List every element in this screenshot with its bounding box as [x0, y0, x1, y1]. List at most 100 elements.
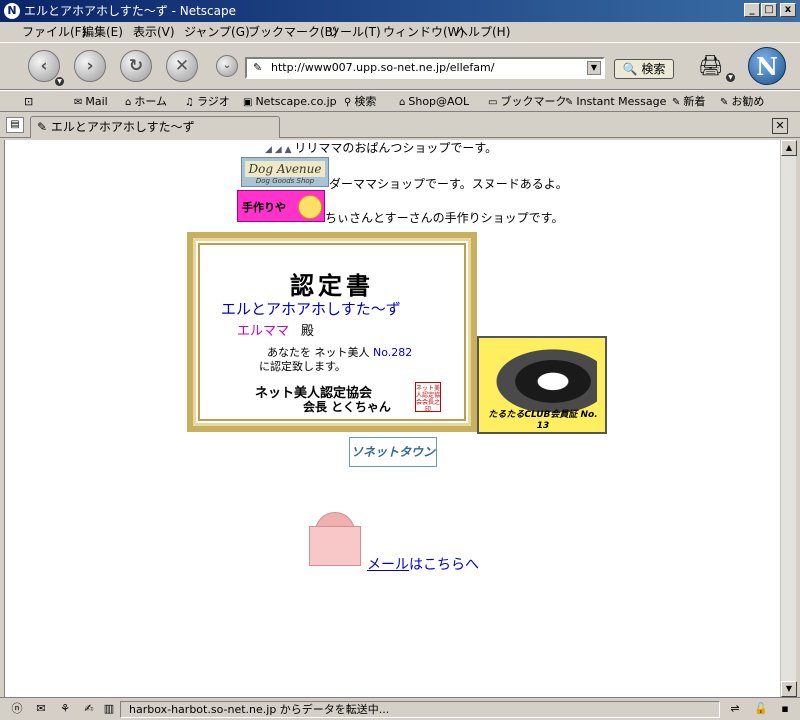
stop-button[interactable]: ✕ — [166, 50, 198, 82]
handmade-banner[interactable]: 手作りや — [237, 190, 325, 222]
mail-envelope-icon[interactable] — [309, 512, 361, 566]
window-title: エルとアホアホしすた〜ず - Netscape — [24, 4, 236, 18]
radio-icon: ♫ — [185, 97, 194, 108]
chevron-down-icon: ⌄ — [222, 60, 232, 71]
search-icon: 🔍 — [622, 62, 638, 76]
minimize-button[interactable]: _ — [744, 3, 760, 17]
menu-help[interactable]: ヘルプ(H) — [456, 24, 510, 40]
composer-icon[interactable]: ✍ — [80, 702, 98, 716]
netscape-app-icon: N — [4, 3, 20, 19]
reload-icon: ↻ — [128, 56, 144, 76]
page-icon: ✎ — [37, 120, 51, 134]
vertical-scrollbar[interactable]: ▲ ▼ — [780, 140, 797, 697]
mail-link[interactable]: メールはこちらへ — [367, 554, 479, 574]
sidebar-toggle-icon[interactable]: ⊡ — [24, 94, 33, 110]
certificate-name: エルママ — [237, 324, 290, 339]
close-tab-button[interactable]: ✕ — [772, 118, 788, 134]
address-book-icon[interactable]: ▥ — [100, 702, 118, 716]
home-icon: ⌂ — [125, 97, 132, 108]
url-bar[interactable]: ✎ http://www007.upp.so-net.ne.jp/ellefam… — [245, 57, 605, 79]
pt-shop[interactable]: ⌂ Shop@AOL — [399, 94, 469, 111]
shop-icon: ⌂ — [399, 97, 406, 108]
mail-icon[interactable]: ✉ — [32, 702, 50, 716]
menu-tools[interactable]: ツール(T) — [328, 24, 381, 40]
forward-arrow-icon: › — [86, 56, 94, 76]
certificate-site: エルとアホアホしすた〜ず — [221, 300, 401, 318]
dog-photo — [487, 344, 597, 412]
back-arrow-icon: ‹ — [40, 56, 48, 76]
certificate-seal: ネット美人認定協会会長之印 — [415, 382, 441, 413]
lock-icon: ▪ — [781, 702, 789, 715]
taru-club-badge[interactable]: たるたるCLUB会員証 No. 13 — [477, 336, 607, 434]
pt-new[interactable]: ✎ 新着 — [672, 94, 705, 111]
mail-icon: ✉ — [74, 97, 83, 108]
menu-edit[interactable]: 編集(E) — [82, 24, 123, 40]
back-dropdown-icon[interactable]: ▼ — [55, 77, 64, 86]
search-icon: ⚲ — [344, 97, 352, 108]
sonet-town-banner[interactable]: ソネットタウン — [349, 437, 437, 467]
back-button[interactable]: ‹ — [28, 50, 60, 82]
shop3-text: ちぃさんとすーさんの手作りショップです。 — [325, 211, 564, 225]
menu-go[interactable]: ジャンプ(G) — [184, 24, 250, 40]
url-input[interactable]: http://www007.upp.so-net.ne.jp/ellefam/ — [271, 61, 494, 75]
pt-instant-message[interactable]: ✎ Instant Message — [565, 94, 666, 111]
pt-search[interactable]: ⚲ 検索 — [344, 94, 376, 111]
scroll-down-button[interactable]: ▼ — [781, 681, 797, 697]
print-dropdown-icon[interactable]: ▼ — [726, 73, 735, 82]
menu-bookmarks[interactable]: ブックマーク(B) — [248, 24, 338, 40]
online-icon[interactable]: ⇌ — [726, 702, 744, 716]
navigator-icon[interactable]: ⓝ — [8, 702, 26, 716]
search-button[interactable]: 🔍 検索 — [614, 59, 674, 79]
page-content: ◢ ◢ ▲ リリママのおぱんつショップでーす。 Dog Avenue Dog G… — [4, 140, 780, 697]
stop-icon: ✕ — [174, 56, 190, 76]
mail-link-text[interactable]: メール — [367, 557, 409, 573]
tab-current[interactable]: ✎ エルとアホアホしすた〜ず — [30, 116, 280, 138]
shop1-text: リリママのおぱんつショップでーす。 — [294, 141, 498, 155]
pt-radio[interactable]: ♫ ラジオ — [185, 94, 230, 111]
page-proxy-icon: ✎ — [253, 61, 263, 74]
shop2-text: ダーママショップでーす。スヌードあるよ。 — [329, 177, 568, 191]
menu-bar: ファイル(F) 編集(E) 表示(V) ジャンプ(G) ブックマーク(B) ツー… — [0, 22, 800, 42]
url-dropdown-icon[interactable]: ▼ — [587, 61, 601, 75]
certificate-number: No.282 — [373, 346, 413, 359]
certificate-title: 認定書 — [290, 271, 374, 300]
mail-link-rest: はこちらへ — [409, 557, 479, 573]
personal-toolbar: ⊡ ✉ Mail ⌂ ホーム ♫ ラジオ ▣ Netscape.co.jp ⚲ 検索 ⌂ S… — [0, 90, 800, 112]
pt-bookmarks[interactable]: ▭ ブックマーク — [488, 94, 566, 111]
bookmark-link-icon: ✎ — [672, 97, 681, 108]
navigation-toolbar: ‹ ▼ › ↻ ✕ ⌄ ✎ http://www007.upp.so-net.n… — [0, 42, 800, 90]
pt-home[interactable]: ⌂ ホーム — [125, 94, 167, 111]
maximize-button[interactable]: □ — [761, 3, 777, 17]
tab-bar: ▤ ✎ エルとアホアホしすた〜ず ✕ — [0, 112, 800, 138]
certificate-dono: 殿 — [301, 324, 315, 339]
title-bar: N エルとアホアホしすた〜ず - Netscape _ □ x — [0, 0, 800, 22]
bookmark-link-icon: ✎ — [720, 97, 729, 108]
scroll-up-button[interactable]: ▲ — [781, 140, 797, 156]
aim-icon[interactable]: ⚘ — [56, 702, 74, 716]
bookmark-folder-icon: ▭ — [488, 97, 498, 108]
certificate: 認定書 エルとアホアホしすた〜ず エルママ 殿 あなたを ネット美人 No.28… — [187, 232, 477, 432]
bookmark-link-icon: ✎ — [565, 97, 574, 108]
status-bar: ⓝ ✉ ⚘ ✍ ▥ harbox-harbot.so-net.ne.jp からデ… — [0, 697, 800, 720]
dog-avenue-banner[interactable]: Dog Avenue Dog Goods Shop — [241, 157, 329, 187]
pt-recommend[interactable]: ✎ お勧め — [720, 94, 764, 111]
reload-button[interactable]: ↻ — [120, 50, 152, 82]
menu-file[interactable]: ファイル(F) — [22, 24, 86, 40]
menu-window[interactable]: ウィンドウ(W) — [383, 24, 464, 40]
security-icon[interactable]: 🔓 — [752, 702, 770, 716]
netscape-logo[interactable]: N — [748, 47, 786, 85]
dog-avenue-title: Dog Avenue — [245, 161, 325, 177]
pt-netscape[interactable]: ▣ Netscape.co.jp — [243, 94, 337, 111]
new-tab-icon[interactable]: ▤ — [6, 117, 24, 133]
certificate-president: 会長 とくちゃん — [303, 400, 391, 414]
shop1-icon[interactable]: ◢ ◢ ▲ — [265, 145, 294, 155]
badge-caption: たるたるCLUB会員証 No. 13 — [488, 410, 598, 431]
forward-button[interactable]: › — [74, 50, 106, 82]
print-icon[interactable]: 🖨 — [698, 53, 728, 77]
handmade-label: 手作りや — [242, 201, 286, 214]
pt-mail[interactable]: ✉ Mail — [74, 94, 108, 111]
menu-view[interactable]: 表示(V) — [133, 24, 175, 40]
close-window-button[interactable]: x — [780, 3, 796, 17]
dog-avenue-sub: Dog Goods Shop — [255, 177, 315, 185]
go-dropdown-button[interactable]: ⌄ — [216, 55, 238, 77]
